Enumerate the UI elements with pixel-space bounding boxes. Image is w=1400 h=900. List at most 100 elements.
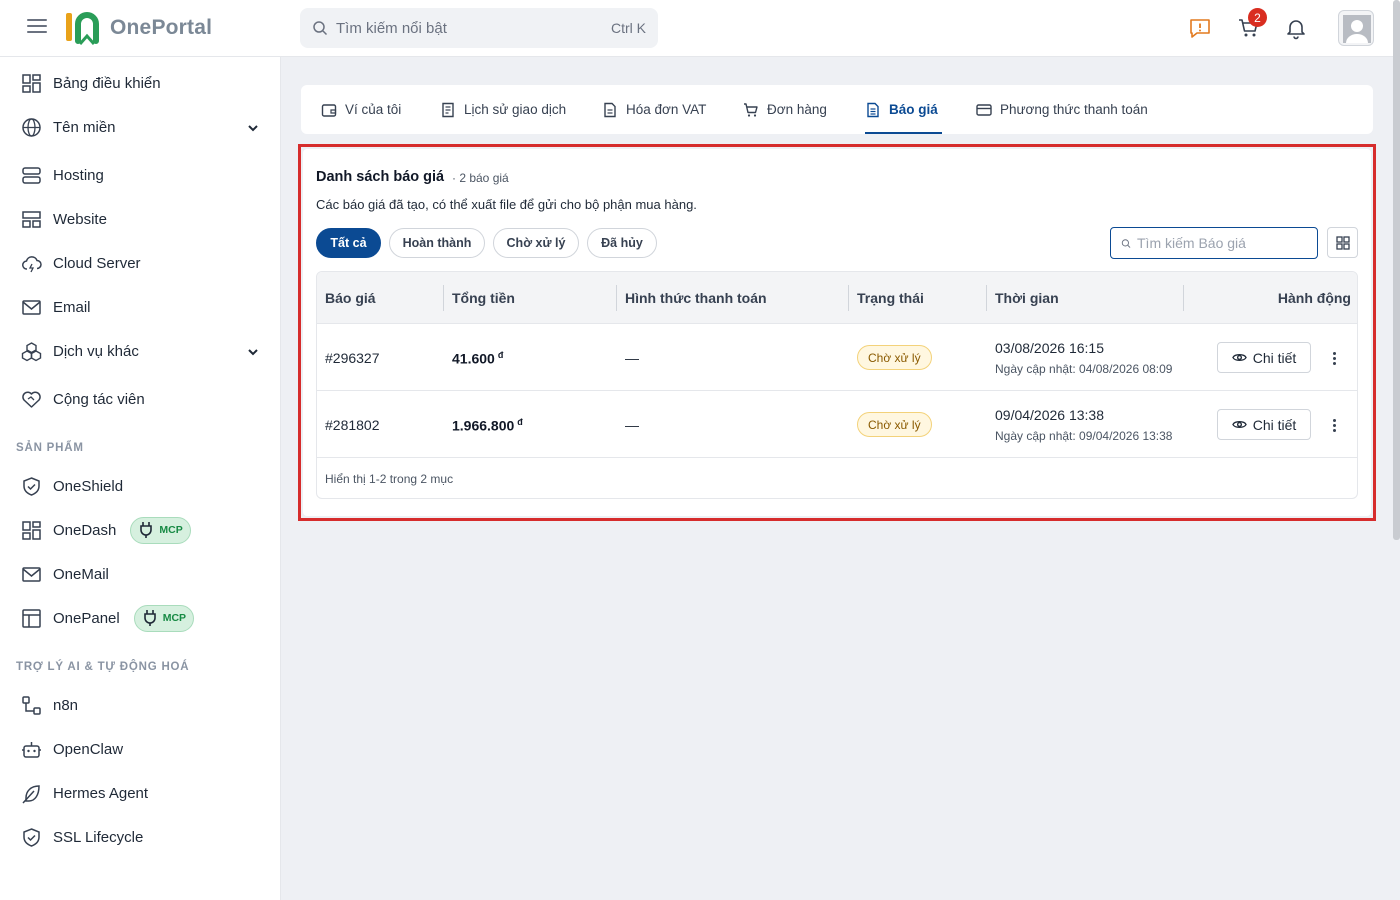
sidebar-item-openclaw[interactable]: OpenClaw <box>0 729 280 769</box>
tab-label: Đơn hàng <box>767 102 827 117</box>
detail-button-label: Chi tiết <box>1252 349 1297 366</box>
chevron-down-icon <box>248 125 258 132</box>
tab-orders[interactable]: Đơn hàng <box>743 85 827 134</box>
sidebar-item-ssl-lifecycle[interactable]: SSL Lifecycle <box>0 817 280 857</box>
sidebar-item-onepanel[interactable]: OnePanel MCP <box>0 598 280 638</box>
sidebar-item-label: SSL Lifecycle <box>53 828 144 846</box>
sidebar-item-email[interactable]: Email <box>0 287 280 327</box>
currency-symbol: đ <box>517 417 523 427</box>
sidebar-item-onedash[interactable]: OneDash MCP <box>0 510 280 550</box>
payment-method: — <box>625 417 639 433</box>
column-divider <box>616 285 617 311</box>
sidebar-item-label: OneDash <box>53 521 117 539</box>
plug-icon <box>143 610 156 626</box>
bell-icon[interactable] <box>1284 16 1308 40</box>
quote-id[interactable]: #296327 <box>325 350 380 366</box>
sidebar-item-oneshield[interactable]: OneShield <box>0 466 280 506</box>
view-toggle-button[interactable] <box>1327 227 1358 258</box>
eye-icon <box>1231 354 1247 361</box>
sidebar: Bảng điều khiển Tên miền Hosting Website… <box>0 57 281 900</box>
column-divider <box>848 285 849 311</box>
eye-icon <box>1231 421 1247 428</box>
avatar[interactable] <box>1338 10 1374 46</box>
filter-cancelled[interactable]: Đã hủy <box>587 228 657 258</box>
tab-vat-invoice[interactable]: Hóa đơn VAT <box>602 85 706 134</box>
mcp-badge: MCP <box>133 604 195 632</box>
mcp-badge-label: MCP <box>159 524 183 536</box>
sidebar-item-other-services[interactable]: Dịch vụ khác <box>0 331 280 371</box>
search-icon <box>1121 238 1131 248</box>
section-products-label: SẢN PHẨM <box>16 442 84 454</box>
updated-time: Ngày cập nhật: 04/08/2026 08:09 <box>995 362 1173 376</box>
column-time[interactable]: Thời gian <box>995 272 1059 324</box>
tab-label: Phương thức thanh toán <box>1000 102 1148 117</box>
sidebar-item-affiliate[interactable]: Cộng tác viên <box>0 379 280 419</box>
quote-time: 03/08/2026 16:15 Ngày cập nhật: 04/08/20… <box>995 340 1172 376</box>
sidebar-item-label: Dịch vụ khác <box>53 342 139 360</box>
filter-completed[interactable]: Hoàn thành <box>389 228 485 258</box>
column-total[interactable]: Tổng tiền <box>452 272 515 324</box>
page-scrollbar[interactable] <box>1393 0 1400 540</box>
bot-icon <box>22 741 41 758</box>
tab-label: Hóa đơn VAT <box>626 102 707 117</box>
tab-quotes[interactable]: Báo giá <box>865 85 942 134</box>
menu-icon[interactable] <box>27 19 47 37</box>
tab-label: Báo giá <box>889 102 938 117</box>
status-badge: Chờ xử lý <box>857 345 932 370</box>
quote-search-input[interactable] <box>1137 235 1307 251</box>
dashboard-icon <box>22 520 41 540</box>
status-badge: Chờ xử lý <box>857 412 932 437</box>
file-icon <box>604 102 616 117</box>
sidebar-item-label: Bảng điều khiển <box>53 74 161 92</box>
feedback-icon[interactable] <box>1188 16 1212 40</box>
filter-pending[interactable]: Chờ xử lý <box>493 228 579 258</box>
filter-all[interactable]: Tất cả <box>316 228 381 258</box>
sidebar-item-hosting[interactable]: Hosting <box>0 155 280 195</box>
global-search[interactable]: Tìm kiếm nổi bật Ctrl K <box>300 8 658 48</box>
quote-amount: 41.600 đ <box>452 350 503 367</box>
more-options-icon[interactable] <box>1326 348 1342 368</box>
panel-icon <box>22 608 41 628</box>
tab-transaction-history[interactable]: Lịch sử giao dịch <box>440 85 566 134</box>
receipt-icon <box>442 102 454 117</box>
quote-id[interactable]: #281802 <box>325 417 380 433</box>
logo[interactable]: OnePortal <box>64 10 212 46</box>
sidebar-item-n8n[interactable]: n8n <box>0 685 280 725</box>
mail-icon <box>22 299 41 315</box>
sidebar-item-onemail[interactable]: OneMail <box>0 554 280 594</box>
quote-search[interactable] <box>1110 227 1318 259</box>
boxes-icon <box>21 341 42 361</box>
shield-check-icon <box>23 827 40 847</box>
globe-icon <box>22 117 41 137</box>
section-ai-label: TRỢ LÝ AI & TỰ ĐỘNG HOÁ <box>16 661 190 673</box>
shield-icon <box>23 476 40 496</box>
column-status[interactable]: Trạng thái <box>857 272 924 324</box>
logo-mark-icon <box>66 12 99 45</box>
quote-time: 09/04/2026 13:38 Ngày cập nhật: 09/04/20… <box>995 407 1172 443</box>
tab-payment-methods[interactable]: Phương thức thanh toán <box>976 85 1148 134</box>
column-payment-method[interactable]: Hình thức thanh toán <box>625 272 767 324</box>
column-quote[interactable]: Báo giá <box>325 272 376 324</box>
more-options-icon[interactable] <box>1326 415 1342 435</box>
plug-icon <box>140 522 153 538</box>
wallet-icon <box>321 103 337 117</box>
sidebar-item-label: Tên miền <box>53 118 116 136</box>
sidebar-item-hermes-agent[interactable]: Hermes Agent <box>0 773 280 813</box>
sidebar-item-website[interactable]: Website <box>0 199 280 239</box>
workflow-icon <box>22 695 41 715</box>
mail-icon <box>22 566 41 582</box>
mcp-badge: MCP <box>130 516 191 544</box>
search-shortcut: Ctrl K <box>611 20 646 36</box>
table-header: Báo giá Tổng tiền Hình thức thanh toán T… <box>317 272 1357 324</box>
page-title: Danh sách báo giá <box>316 169 445 185</box>
top-header: OnePortal Tìm kiếm nổi bật Ctrl K 2 <box>0 0 1400 57</box>
sidebar-item-cloud-server[interactable]: Cloud Server <box>0 243 280 283</box>
sidebar-item-label: OpenClaw <box>53 740 124 758</box>
tab-wallet[interactable]: Ví của tôi <box>321 85 401 134</box>
detail-button[interactable]: Chi tiết <box>1217 409 1311 440</box>
detail-button[interactable]: Chi tiết <box>1217 342 1311 373</box>
sidebar-item-domains[interactable]: Tên miền <box>0 107 280 147</box>
sidebar-item-dashboard[interactable]: Bảng điều khiển <box>0 63 280 103</box>
card-icon <box>976 103 992 116</box>
quotes-count: · 2 báo giá <box>452 171 509 185</box>
